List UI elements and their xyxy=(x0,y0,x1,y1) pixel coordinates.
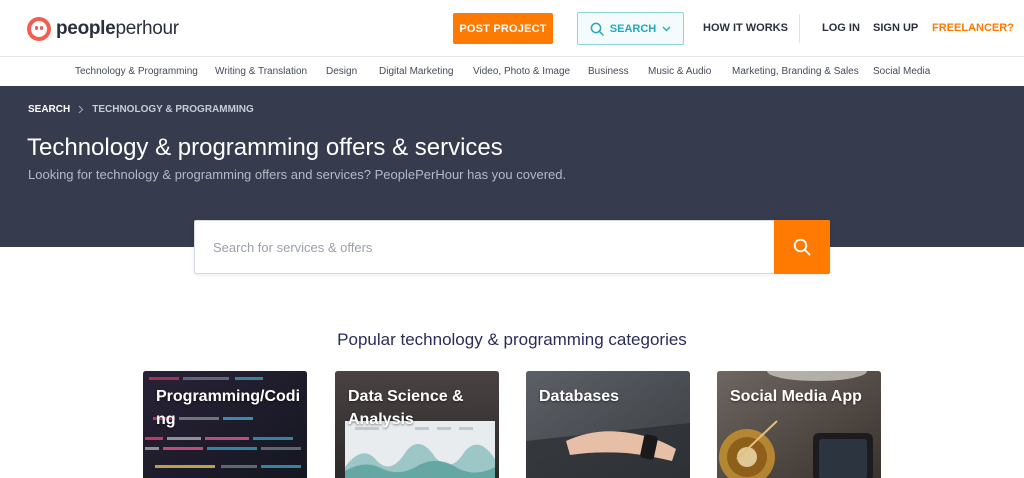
sign-up-link[interactable]: SIGN UP xyxy=(873,22,918,34)
category-card-programming-coding[interactable]: Programming/Coding xyxy=(143,371,307,478)
category-digital-marketing[interactable]: Digital Marketing xyxy=(379,66,453,77)
header-divider xyxy=(799,14,800,43)
page-title: Technology & programming offers & servic… xyxy=(27,134,503,161)
category-card-label: Programming/Coding xyxy=(156,388,301,429)
category-video-photo-image[interactable]: Video, Photo & Image xyxy=(473,66,570,77)
breadcrumb-search-link[interactable]: SEARCH xyxy=(28,104,70,115)
chevron-down-icon xyxy=(662,26,671,31)
category-card-data-science-analysis[interactable]: Data Science & Analysis xyxy=(335,371,499,478)
category-card-social-media-app[interactable]: Social Media App xyxy=(717,371,881,478)
search-dropdown-label: SEARCH xyxy=(609,22,657,35)
how-it-works-link[interactable]: HOW IT WORKS xyxy=(703,22,788,34)
logo[interactable]: peopleperhour xyxy=(27,16,179,42)
log-in-link[interactable]: LOG IN xyxy=(822,22,860,34)
search-icon xyxy=(793,238,811,256)
search-icon xyxy=(590,22,604,36)
site-header: peopleperhour POST PROJECT SEARCH HOW IT… xyxy=(0,0,1024,57)
category-business[interactable]: Business xyxy=(588,66,629,77)
breadcrumb: SEARCH TECHNOLOGY & PROGRAMMING xyxy=(28,104,254,115)
category-card-label: Social Media App xyxy=(730,388,862,405)
category-marketing-branding-sales[interactable]: Marketing, Branding & Sales xyxy=(732,66,859,77)
category-card-databases[interactable]: Databases xyxy=(526,371,690,478)
post-project-button[interactable]: POST PROJECT xyxy=(453,13,553,44)
breadcrumb-current: TECHNOLOGY & PROGRAMMING xyxy=(92,104,254,115)
category-design[interactable]: Design xyxy=(326,66,357,77)
category-writing-translation[interactable]: Writing & Translation xyxy=(215,66,307,77)
logo-text: peopleperhour xyxy=(56,18,179,39)
service-search-button[interactable] xyxy=(774,220,830,274)
popular-categories-title: Popular technology & programming categor… xyxy=(337,330,687,349)
peopleperhour-face-icon xyxy=(27,17,51,41)
page-subtitle: Looking for technology & programming off… xyxy=(28,167,567,182)
category-music-audio[interactable]: Music & Audio xyxy=(648,66,711,77)
category-card-label: Data Science & Analysis xyxy=(348,388,464,429)
service-search-input[interactable] xyxy=(195,221,776,273)
category-card-label: Databases xyxy=(539,388,620,405)
category-technology-programming[interactable]: Technology & Programming xyxy=(75,66,198,77)
service-search-box xyxy=(194,220,830,274)
freelancer-link[interactable]: FREELANCER? xyxy=(932,22,1014,34)
search-dropdown-button[interactable]: SEARCH xyxy=(577,12,684,45)
category-nav: Technology & Programming Writing & Trans… xyxy=(0,57,1024,86)
chevron-right-icon xyxy=(78,105,84,114)
category-social-media[interactable]: Social Media xyxy=(873,66,930,77)
